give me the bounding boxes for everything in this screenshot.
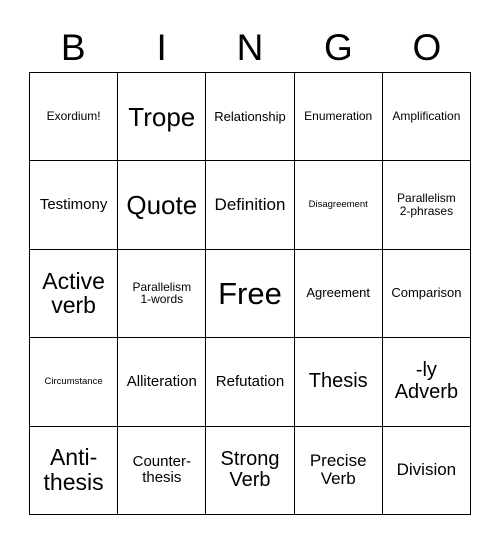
bingo-cell[interactable]: Definition (206, 161, 295, 250)
bingo-grid: Exordium! Trope Relationship Enumeration… (29, 72, 471, 515)
bingo-cell[interactable]: Counter- thesis (118, 426, 207, 515)
header-letter-o: O (412, 26, 442, 68)
bingo-cell-label: Active verb (42, 267, 105, 319)
bingo-cell-label: Free (218, 275, 282, 311)
bingo-cell[interactable]: Circumstance (30, 338, 119, 427)
bingo-cell[interactable]: Parallelism 1-words (118, 249, 207, 339)
bingo-cell[interactable]: Comparison (382, 249, 471, 339)
bingo-cell[interactable]: -ly Adverb (382, 338, 471, 427)
bingo-cell-label: Enumeration (304, 109, 373, 124)
bingo-cell-label: Agreement (306, 285, 370, 301)
bingo-cell-label: Precise Verb (309, 450, 367, 489)
bingo-cell-label: Trope (128, 101, 196, 132)
bingo-cell-label: Comparison (391, 285, 462, 301)
bingo-cell[interactable]: Enumeration (294, 73, 383, 162)
bingo-cell[interactable]: Anti- thesis (30, 426, 119, 515)
bingo-cell-label: Alliteration (126, 372, 197, 390)
bingo-cell-label: Anti- thesis (43, 444, 104, 496)
bingo-cell-label: Exordium! (46, 109, 101, 124)
header-letter-n: N (236, 26, 264, 68)
bingo-cell-free[interactable]: Free (206, 249, 295, 339)
header-letter-b: B (60, 26, 86, 68)
bingo-cell[interactable]: Testimony (30, 161, 119, 250)
bingo-cell-label: Thesis (308, 370, 368, 393)
bingo-cell-label: Counter- thesis (132, 453, 191, 487)
bingo-cell-label: Quote (126, 190, 198, 221)
bingo-card: B I N G O Exordium! Trope Relationship E… (0, 0, 500, 544)
bingo-cell[interactable]: Precise Verb (294, 426, 383, 515)
bingo-cell-label: Strong Verb (220, 447, 280, 492)
bingo-cell[interactable]: Relationship (206, 73, 295, 162)
bingo-header-row: B I N G O (29, 22, 471, 72)
bingo-cell-label: Parallelism 2-phrases (397, 191, 456, 219)
bingo-cell[interactable]: Strong Verb (206, 426, 295, 515)
bingo-cell-label: Division (396, 460, 457, 480)
bingo-cell-label: Amplification (392, 109, 461, 124)
bingo-cell-label: Parallelism 1-words (132, 279, 192, 307)
bingo-cell[interactable]: Alliteration (118, 338, 207, 427)
bingo-cell[interactable]: Exordium! (30, 73, 119, 162)
bingo-cell-label: Testimony (39, 196, 108, 213)
bingo-cell[interactable]: Thesis (294, 338, 383, 427)
bingo-cell[interactable]: Trope (118, 73, 207, 162)
bingo-cell-label: -ly Adverb (394, 359, 459, 403)
bingo-cell[interactable]: Quote (118, 161, 207, 250)
bingo-cell[interactable]: Parallelism 2-phrases (382, 161, 471, 250)
bingo-cell[interactable]: Refutation (206, 338, 295, 427)
bingo-cell[interactable]: Agreement (294, 249, 383, 339)
header-letter-g: G (324, 26, 353, 68)
bingo-cell[interactable]: Active verb (30, 249, 119, 339)
bingo-cell-label: Relationship (214, 108, 286, 124)
bingo-cell-label: Refutation (215, 372, 285, 390)
bingo-cell[interactable]: Amplification (382, 73, 471, 162)
bingo-cell[interactable]: Division (382, 426, 471, 515)
bingo-cell-label: Definition (214, 194, 286, 214)
header-letter-i: I (156, 26, 167, 68)
bingo-cell-label: Disagreement (308, 198, 368, 210)
bingo-cell-label: Circumstance (44, 375, 103, 387)
bingo-cell[interactable]: Disagreement (294, 161, 383, 250)
